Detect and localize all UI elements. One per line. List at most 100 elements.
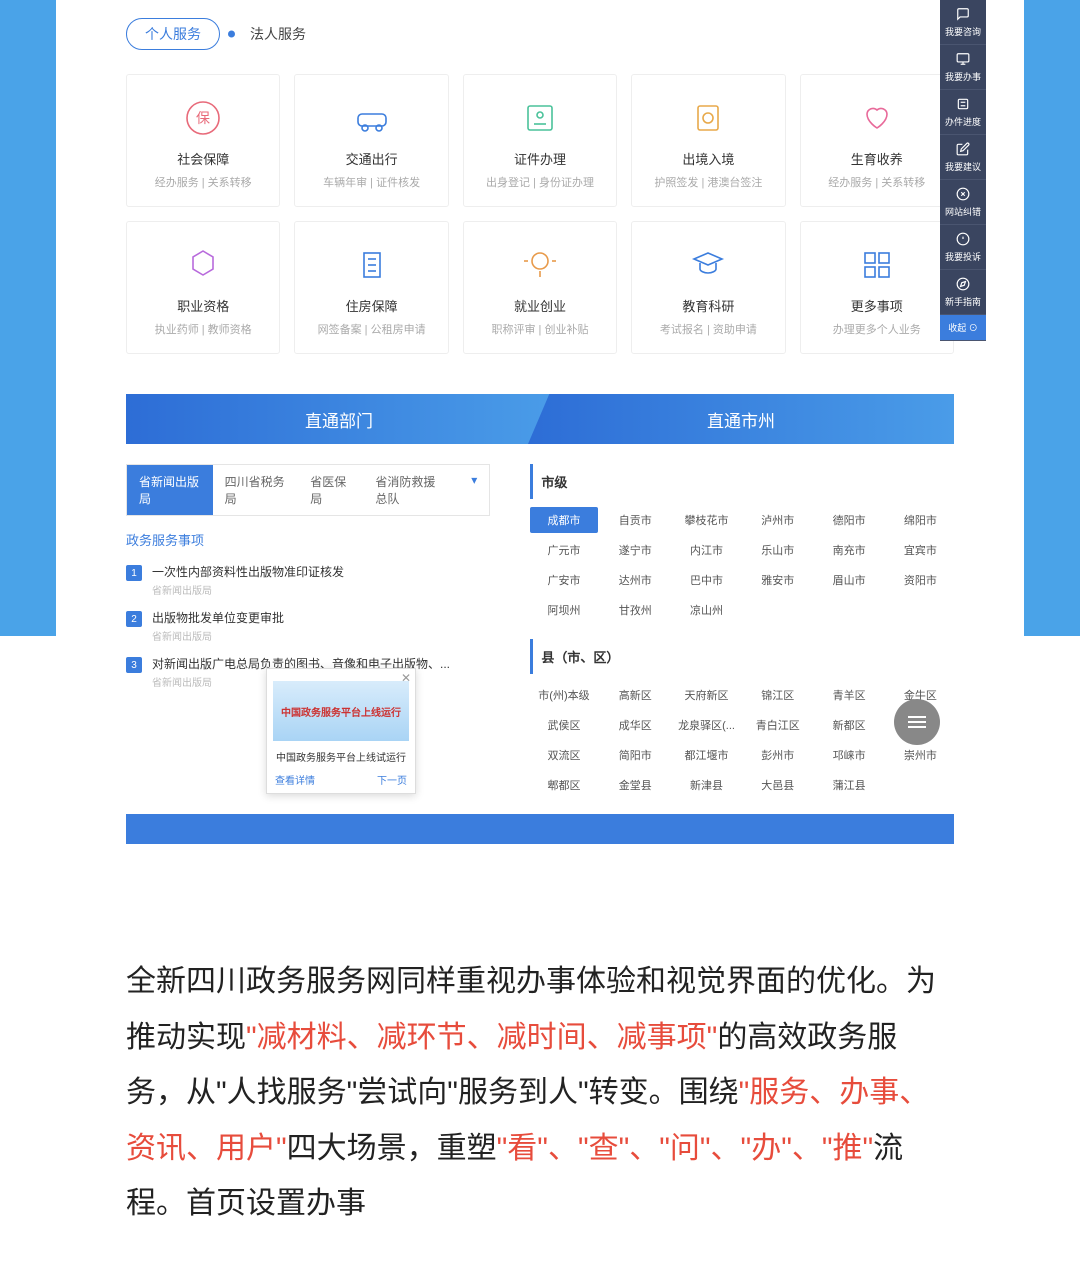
hamburger-icon: [908, 726, 926, 728]
district-cell[interactable]: 邛崃市: [815, 742, 882, 768]
service-title: 就业创业: [472, 296, 608, 315]
district-cell[interactable]: 金堂县: [602, 772, 669, 798]
float-item-suggest[interactable]: 我要建议: [940, 135, 986, 180]
float-item-consult[interactable]: 我要咨询: [940, 0, 986, 45]
bulb-icon: [517, 242, 563, 288]
city-cell[interactable]: 泸州市: [744, 507, 811, 533]
district-cell[interactable]: 简阳市: [602, 742, 669, 768]
dept-tab[interactable]: 省新闻出版局: [127, 465, 213, 515]
city-cell[interactable]: 广安市: [530, 567, 597, 593]
building-icon: [349, 242, 395, 288]
number-badge: 3: [126, 657, 142, 673]
close-icon[interactable]: ✕: [401, 671, 411, 685]
float-item-work[interactable]: 我要办事: [940, 45, 986, 90]
service-card[interactable]: 住房保障网签备案 | 公租房申请: [294, 221, 448, 354]
service-subtitle: 经办服务 | 关系转移: [135, 174, 271, 190]
article-highlight: "减材料、减环节、减时间、减事项": [246, 1021, 717, 1054]
city-cell[interactable]: 巴中市: [673, 567, 740, 593]
dot-icon: [228, 31, 235, 38]
city-cell[interactable]: 凉山州: [673, 597, 740, 623]
city-cell[interactable]: 遂宁市: [602, 537, 669, 563]
service-subtitle: 执业药师 | 教师资格: [135, 321, 271, 337]
city-cell[interactable]: 雅安市: [744, 567, 811, 593]
city-cell[interactable]: 自贡市: [602, 507, 669, 533]
service-card[interactable]: 就业创业职称评审 | 创业补贴: [463, 221, 617, 354]
district-cell[interactable]: 彭州市: [744, 742, 811, 768]
alert-icon: [955, 231, 971, 247]
district-cell[interactable]: 成华区: [602, 712, 669, 738]
float-collapse[interactable]: 收起 ⊙: [940, 315, 986, 341]
monitor-icon: [955, 51, 971, 67]
float-item-correct[interactable]: 网站纠错: [940, 180, 986, 225]
dept-tab[interactable]: 省消防救援总队: [363, 465, 459, 515]
chevron-down-icon[interactable]: ▾: [459, 465, 489, 515]
city-cell[interactable]: 广元市: [530, 537, 597, 563]
city-cell[interactable]: 乐山市: [744, 537, 811, 563]
float-item-complain[interactable]: 我要投诉: [940, 225, 986, 270]
dept-tab[interactable]: 四川省税务局: [213, 465, 299, 515]
service-card[interactable]: 保社会保障经办服务 | 关系转移: [126, 74, 280, 207]
district-cell[interactable]: 锦江区: [744, 682, 811, 708]
service-title: 社会保障: [135, 149, 271, 168]
city-cell[interactable]: 攀枝花市: [673, 507, 740, 533]
district-cell[interactable]: 双流区: [530, 742, 597, 768]
tab-personal-service[interactable]: 个人服务: [126, 18, 220, 50]
service-title: 教育科研: [640, 296, 776, 315]
district-cell[interactable]: 青羊区: [815, 682, 882, 708]
dept-service-item[interactable]: 2出版物批发单位变更审批省新闻出版局: [126, 603, 490, 649]
district-cell[interactable]: 新津县: [673, 772, 740, 798]
passport-icon: [685, 95, 731, 141]
banner-dept[interactable]: 直通部门: [126, 394, 552, 444]
compass-icon: [955, 276, 971, 292]
city-cell[interactable]: 宜宾市: [887, 537, 954, 563]
float-item-guide[interactable]: 新手指南: [940, 270, 986, 315]
service-card[interactable]: 更多事项办理更多个人业务: [800, 221, 954, 354]
city-cell[interactable]: 成都市: [530, 507, 597, 533]
district-cell[interactable]: 高新区: [602, 682, 669, 708]
popup-detail-link[interactable]: 查看详情: [275, 772, 315, 787]
district-cell[interactable]: 青白江区: [744, 712, 811, 738]
dept-service-item[interactable]: 1一次性内部资料性出版物准印证核发省新闻出版局: [126, 557, 490, 603]
service-card[interactable]: 教育科研考试报名 | 资助申请: [631, 221, 785, 354]
district-cell[interactable]: 蒲江县: [815, 772, 882, 798]
district-section-title: 县（市、区）: [530, 639, 954, 674]
city-cell[interactable]: 达州市: [602, 567, 669, 593]
service-title: 出境入境: [640, 149, 776, 168]
district-cell[interactable]: 龙泉驿区(...: [673, 712, 740, 738]
service-subtitle: 经办服务 | 关系转移: [809, 174, 945, 190]
list-icon: [955, 96, 971, 112]
service-card[interactable]: 生育收养经办服务 | 关系转移: [800, 74, 954, 207]
city-cell[interactable]: 德阳市: [815, 507, 882, 533]
city-cell[interactable]: 绵阳市: [887, 507, 954, 533]
district-cell[interactable]: 新都区: [815, 712, 882, 738]
service-card[interactable]: 职业资格执业药师 | 教师资格: [126, 221, 280, 354]
dept-item-title: 出版物批发单位变更审批: [152, 609, 490, 626]
district-cell[interactable]: 市(州)本级: [530, 682, 597, 708]
banner-city[interactable]: 直通市州: [528, 394, 954, 444]
float-item-progress[interactable]: 办件进度: [940, 90, 986, 135]
service-card[interactable]: 出境入境护照签发 | 港澳台签注: [631, 74, 785, 207]
district-cell[interactable]: 郫都区: [530, 772, 597, 798]
city-cell[interactable]: 眉山市: [815, 567, 882, 593]
dept-section-title: 政务服务事项: [126, 516, 490, 557]
city-cell[interactable]: 内江市: [673, 537, 740, 563]
city-cell[interactable]: 资阳市: [887, 567, 954, 593]
city-cell[interactable]: 南充市: [815, 537, 882, 563]
district-cell[interactable]: 武侯区: [530, 712, 597, 738]
float-label: 办件进度: [945, 115, 981, 128]
service-card[interactable]: 交通出行车辆年审 | 证件核发: [294, 74, 448, 207]
city-cell[interactable]: 阿坝州: [530, 597, 597, 623]
city-cell[interactable]: 甘孜州: [602, 597, 669, 623]
service-card[interactable]: 证件办理出身登记 | 身份证办理: [463, 74, 617, 207]
menu-fab-button[interactable]: [894, 699, 940, 745]
district-cell[interactable]: 崇州市: [887, 742, 954, 768]
district-cell[interactable]: 都江堰市: [673, 742, 740, 768]
district-cell[interactable]: 大邑县: [744, 772, 811, 798]
popup-notice: ✕ 中国政务服务平台上线运行 中国政务服务平台上线试运行 查看详情 下一页: [266, 668, 416, 794]
service-subtitle: 护照签发 | 港澳台签注: [640, 174, 776, 190]
dept-tab[interactable]: 省医保局: [298, 465, 363, 515]
district-cell[interactable]: 天府新区: [673, 682, 740, 708]
service-title: 职业资格: [135, 296, 271, 315]
tab-legal-service[interactable]: 法人服务: [250, 24, 306, 44]
popup-next-link[interactable]: 下一页: [377, 772, 407, 787]
